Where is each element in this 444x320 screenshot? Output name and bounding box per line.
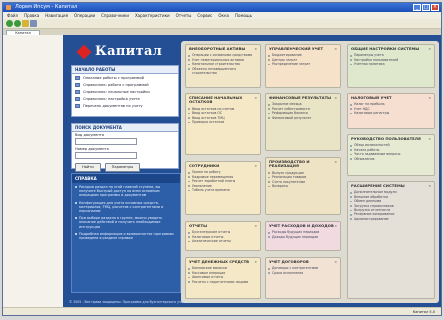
home-icon[interactable]: [30, 20, 37, 27]
section-card[interactable]: ВНЕОБОРОТНЫЕ АКТИВЫ» Операции с основным…: [185, 44, 261, 88]
help-title: СПРАВКА: [72, 174, 180, 183]
app-icon: [6, 5, 11, 10]
menu-edit[interactable]: Правка: [24, 12, 39, 19]
quick-item[interactable]: Описание работы с программой: [72, 74, 178, 81]
document-icon: [75, 96, 80, 101]
quick-panel-title: НАЧАЛО РАБОТЫ: [72, 66, 178, 74]
section-card[interactable]: ОТЧЕТЫ» Бухгалтерские отчеты Налоговые от…: [185, 221, 261, 251]
arrow-icon: »: [428, 46, 431, 51]
arrow-icon: »: [334, 159, 337, 164]
arrow-icon: »: [254, 46, 257, 51]
left-pane: [3, 35, 64, 307]
section-card[interactable]: СПИСАНИЕ НАЧАЛЬНЫХ ОСТАТКОВ» Ввод остатк…: [185, 93, 261, 155]
search-panel: ПОИСК ДОКУМЕНТА Вид документа Номер доку…: [71, 123, 179, 172]
arrow-icon: »: [428, 95, 431, 100]
quick-item[interactable]: Перечень документов по учету: [72, 102, 178, 109]
arrow-icon: »: [428, 183, 431, 188]
arrow-icon: »: [334, 223, 337, 228]
menu-file[interactable]: Файл: [7, 12, 18, 19]
arrow-icon: »: [334, 259, 337, 264]
arrow-icon: »: [334, 95, 337, 100]
section-card[interactable]: РАСШИРЕНИЕ СИСТЕМЫ» Дополнительные модул…: [347, 181, 435, 299]
help-paragraph: Конфигурация для учета основных средств,…: [72, 199, 180, 215]
footer-text: © 2005 - Все права защищены. Программа д…: [69, 300, 187, 304]
quick-panel: НАЧАЛО РАБОТЫ Описание работы с программ…: [71, 65, 179, 117]
find-button[interactable]: Найти: [75, 163, 101, 172]
menu-reports[interactable]: Отчеты: [176, 12, 192, 19]
help-notice: СПРАВКА Раскрыв раздел на этой главной с…: [71, 173, 181, 293]
menu-windows[interactable]: Окна: [218, 12, 229, 19]
quick-item[interactable]: Справочник: работа с программой: [72, 81, 178, 88]
menu-references[interactable]: Справочники: [101, 12, 129, 19]
arrow-icon: »: [254, 163, 257, 168]
menu-bar: Файл Правка Навигация Операции Справочни…: [3, 12, 441, 19]
back-icon[interactable]: [6, 20, 13, 27]
search-panel-title: ПОИСК ДОКУМЕНТА: [72, 124, 178, 132]
section-card[interactable]: УЧЕТ ДОГОВОРОВ» Договоры с контрагентами…: [265, 257, 341, 299]
section-card[interactable]: УЧЕТ ДЕНЕЖНЫХ СРЕДСТВ» Банковские выписк…: [185, 257, 261, 299]
doc-number-label: Номер документа: [75, 147, 109, 151]
params-button[interactable]: Параметры: [104, 163, 141, 172]
menu-service[interactable]: Сервис: [197, 12, 212, 19]
arrow-icon: »: [254, 223, 257, 228]
section-card[interactable]: ПРОИЗВОДСТВО И РЕАЛИЗАЦИЯ» Выпуск продук…: [265, 157, 341, 215]
arrow-icon: »: [254, 259, 257, 264]
toolbar: [3, 19, 441, 29]
document-icon: [75, 103, 80, 108]
section-card[interactable]: СОТРУДНИКИ» Прием на работу Кадровые пере…: [185, 161, 261, 215]
forward-icon[interactable]: [14, 20, 21, 27]
document-icon: [75, 82, 80, 87]
section-card[interactable]: РУКОВОДСТВО ПОЛЬЗОВАТЕЛЯ» Обзор возможно…: [347, 134, 435, 176]
section-card[interactable]: УЧЕТ РАСХОДОВ И ДОХОДОВ» Расходы будущих…: [265, 221, 341, 251]
logo-mark-icon: [76, 44, 92, 60]
menu-characteristics[interactable]: Характеристики: [135, 12, 170, 19]
menu-operations[interactable]: Операции: [74, 12, 95, 19]
section-card[interactable]: ОБЩИЕ НАСТРОЙКИ СИСТЕМЫ» Параметры учета…: [347, 44, 435, 88]
menu-help[interactable]: Помощь: [235, 12, 252, 19]
close-button[interactable]: ×: [431, 4, 439, 11]
doc-type-label: Вид документа: [75, 133, 104, 137]
section-card[interactable]: ФИНАНСОВЫЕ РЕЗУЛЬТАТЫ» Закрытие месяца Ра…: [265, 93, 341, 151]
app-window: Лорем Ипсум - Капитал _ □ × Файл Правка …: [2, 2, 442, 316]
section-card[interactable]: НАЛОГОВЫЙ УЧЕТ» Налог на прибыль Учет НДС…: [347, 93, 435, 129]
document-icon: [75, 75, 80, 80]
status-bar: Капитал 5.0: [3, 307, 441, 315]
maximize-button[interactable]: □: [422, 4, 430, 11]
document-icon: [75, 89, 80, 94]
quick-item[interactable]: Справочник: начальные настройки: [72, 88, 178, 95]
arrow-icon: »: [334, 46, 337, 51]
doc-type-input[interactable]: [75, 138, 137, 145]
sections-area: ВНЕОБОРОТНЫЕ АКТИВЫ» Операции с основным…: [181, 41, 439, 303]
status-right: Капитал 5.0: [412, 310, 435, 314]
help-paragraph: При выборе раздела в группе, можно увиде…: [72, 214, 180, 230]
title-bar[interactable]: Лорем Ипсум - Капитал _ □ ×: [3, 3, 441, 12]
window-title: Лорем Ипсум - Капитал: [15, 4, 78, 10]
help-paragraph: Раскрыв раздел на этой главной ступени, …: [72, 183, 180, 199]
main-content: Капитал НАЧАЛО РАБОТЫ Описание работы с …: [63, 35, 441, 307]
doc-number-input[interactable]: [75, 152, 137, 159]
section-card[interactable]: УПРАВЛЕНЧЕСКИЙ УЧЕТ» Бюджетирование Центр…: [265, 44, 341, 88]
arrow-icon: »: [254, 95, 257, 100]
help-paragraph: Подробная информация о возможностях прог…: [72, 230, 180, 241]
menu-navigation[interactable]: Навигация: [45, 12, 68, 19]
arrow-icon: »: [428, 136, 431, 141]
minimize-button[interactable]: _: [413, 4, 421, 11]
logo: Капитал: [76, 43, 177, 63]
quick-item[interactable]: Справочник: настройка учета: [72, 95, 178, 102]
logo-text: Капитал: [95, 44, 163, 59]
folder-icon[interactable]: [22, 20, 29, 27]
